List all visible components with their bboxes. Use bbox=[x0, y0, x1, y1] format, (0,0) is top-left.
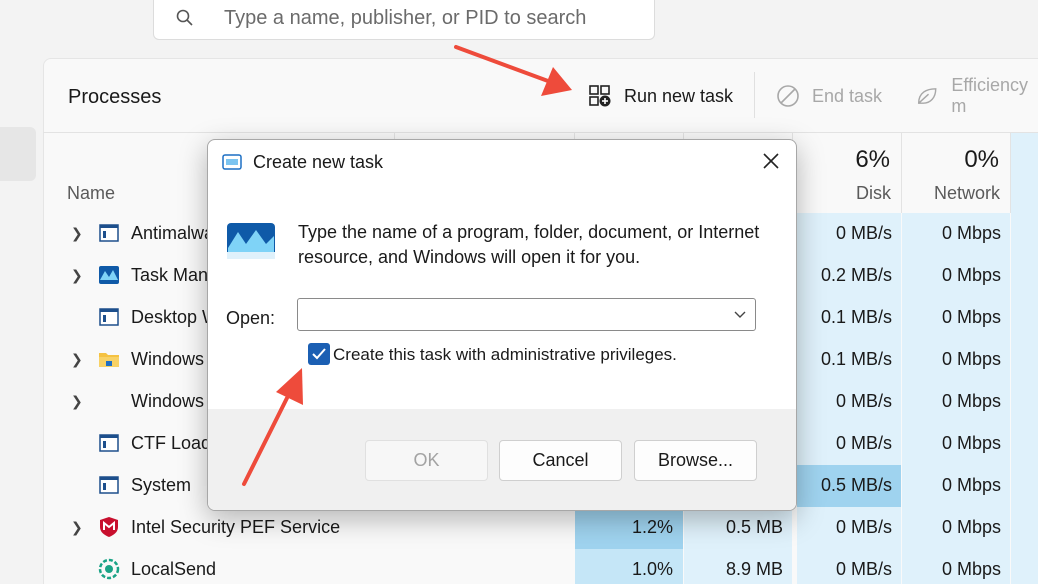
browse-button[interactable]: Browse... bbox=[634, 440, 757, 481]
chevron-down-icon[interactable] bbox=[733, 308, 747, 322]
window-icon bbox=[99, 476, 119, 494]
window-icon bbox=[99, 224, 119, 242]
run-dialog-icon bbox=[222, 154, 242, 170]
process-name: System bbox=[131, 475, 192, 495]
process-network: 0 Mbps bbox=[941, 517, 1001, 537]
process-network: 0 Mbps bbox=[941, 391, 1001, 411]
process-network: 0 Mbps bbox=[941, 349, 1001, 369]
process-memory: 8.9 MB bbox=[725, 559, 783, 579]
process-disk: 0 MB/s bbox=[835, 559, 892, 579]
process-network: 0 Mbps bbox=[941, 475, 1001, 495]
process-disk: 0.5 MB/s bbox=[820, 475, 892, 495]
process-network: 0 Mbps bbox=[941, 307, 1001, 327]
expand-chevron-icon[interactable]: ❯ bbox=[71, 225, 83, 242]
create-new-task-dialog: Create new task Type the name of a progr… bbox=[207, 139, 797, 511]
run-new-task-button[interactable]: Run new task bbox=[588, 82, 733, 110]
column-separator bbox=[901, 133, 902, 213]
efficiency-mode-button[interactable]: Efficiency m bbox=[916, 75, 1038, 116]
task-manager-icon bbox=[99, 266, 119, 284]
table-row[interactable]: LocalSend 1.0% 8.9 MB 0 MB/s 0 Mbps bbox=[43, 549, 1038, 584]
process-cpu: 1.0% bbox=[631, 559, 673, 579]
folder-icon bbox=[99, 353, 119, 367]
process-disk: 0.2 MB/s bbox=[820, 265, 892, 285]
end-task-button[interactable]: End task bbox=[776, 82, 882, 110]
process-disk: 0.1 MB/s bbox=[820, 349, 892, 369]
page-title: Processes bbox=[68, 86, 162, 108]
open-combobox[interactable] bbox=[297, 298, 756, 331]
open-label: Open: bbox=[226, 308, 276, 328]
disk-usage-total: 6% bbox=[855, 146, 890, 173]
expand-chevron-icon[interactable]: ❯ bbox=[71, 351, 83, 368]
admin-privileges-label[interactable]: Create this task with administrative pri… bbox=[333, 345, 677, 365]
process-network: 0 Mbps bbox=[941, 433, 1001, 453]
column-header-name[interactable]: Name bbox=[67, 183, 115, 204]
run-task-icon bbox=[589, 85, 611, 107]
header-divider bbox=[43, 132, 1038, 133]
process-memory: 0.5 MB bbox=[725, 517, 783, 537]
process-name: Task Mana bbox=[131, 265, 219, 285]
process-network: 0 Mbps bbox=[941, 559, 1001, 579]
mcafee-shield-icon bbox=[100, 517, 118, 537]
search-box[interactable]: Type a name, publisher, or PID to search bbox=[153, 0, 655, 40]
window-icon bbox=[99, 434, 119, 452]
process-disk: 0 MB/s bbox=[835, 223, 892, 243]
network-usage-total: 0% bbox=[964, 146, 999, 173]
window-icon bbox=[99, 308, 119, 326]
column-header-network[interactable]: Network bbox=[909, 183, 1000, 204]
dialog-description: Type the name of a program, folder, docu… bbox=[298, 222, 760, 267]
task-manager-icon bbox=[227, 223, 275, 259]
cancel-button[interactable]: Cancel bbox=[499, 440, 622, 481]
ok-button[interactable]: OK bbox=[365, 440, 488, 481]
process-name: Desktop W bbox=[131, 307, 220, 327]
process-disk: 0 MB/s bbox=[835, 391, 892, 411]
run-new-task-label: Run new task bbox=[624, 85, 734, 106]
admin-privileges-checkbox[interactable] bbox=[308, 343, 330, 365]
toolbar-separator bbox=[754, 72, 755, 118]
expand-chevron-icon[interactable]: ❯ bbox=[71, 267, 83, 284]
process-cpu: 1.2% bbox=[631, 517, 673, 537]
localsend-icon bbox=[98, 558, 120, 580]
checkmark-icon bbox=[312, 348, 326, 360]
end-task-label: End task bbox=[812, 85, 883, 106]
process-network: 0 Mbps bbox=[941, 265, 1001, 285]
process-name: Antimalwa bbox=[131, 223, 215, 243]
expand-chevron-icon[interactable]: ❯ bbox=[71, 393, 83, 410]
process-name: Windows bbox=[131, 349, 205, 369]
expand-chevron-icon[interactable]: ❯ bbox=[71, 519, 83, 536]
nav-selected-item[interactable] bbox=[0, 127, 36, 181]
process-name: Intel Security PEF Service bbox=[131, 517, 341, 537]
process-network: 0 Mbps bbox=[941, 223, 1001, 243]
dialog-title: Create new task bbox=[253, 152, 384, 172]
process-disk: 0 MB/s bbox=[835, 433, 892, 453]
process-disk: 0.1 MB/s bbox=[820, 307, 892, 327]
close-icon[interactable] bbox=[760, 150, 782, 172]
end-task-icon bbox=[777, 85, 799, 107]
search-placeholder[interactable]: Type a name, publisher, or PID to search bbox=[224, 7, 586, 30]
process-name: LocalSend bbox=[131, 559, 217, 579]
table-row[interactable]: ❯ Intel Security PEF Service 1.2% 0.5 MB… bbox=[43, 507, 1038, 549]
search-icon bbox=[176, 9, 193, 26]
leaf-icon bbox=[917, 88, 937, 104]
efficiency-mode-label: Efficiency m bbox=[951, 75, 1029, 116]
process-disk: 0 MB/s bbox=[835, 517, 892, 537]
process-name: Windows bbox=[131, 391, 205, 411]
column-header-disk[interactable]: Disk bbox=[800, 183, 891, 204]
